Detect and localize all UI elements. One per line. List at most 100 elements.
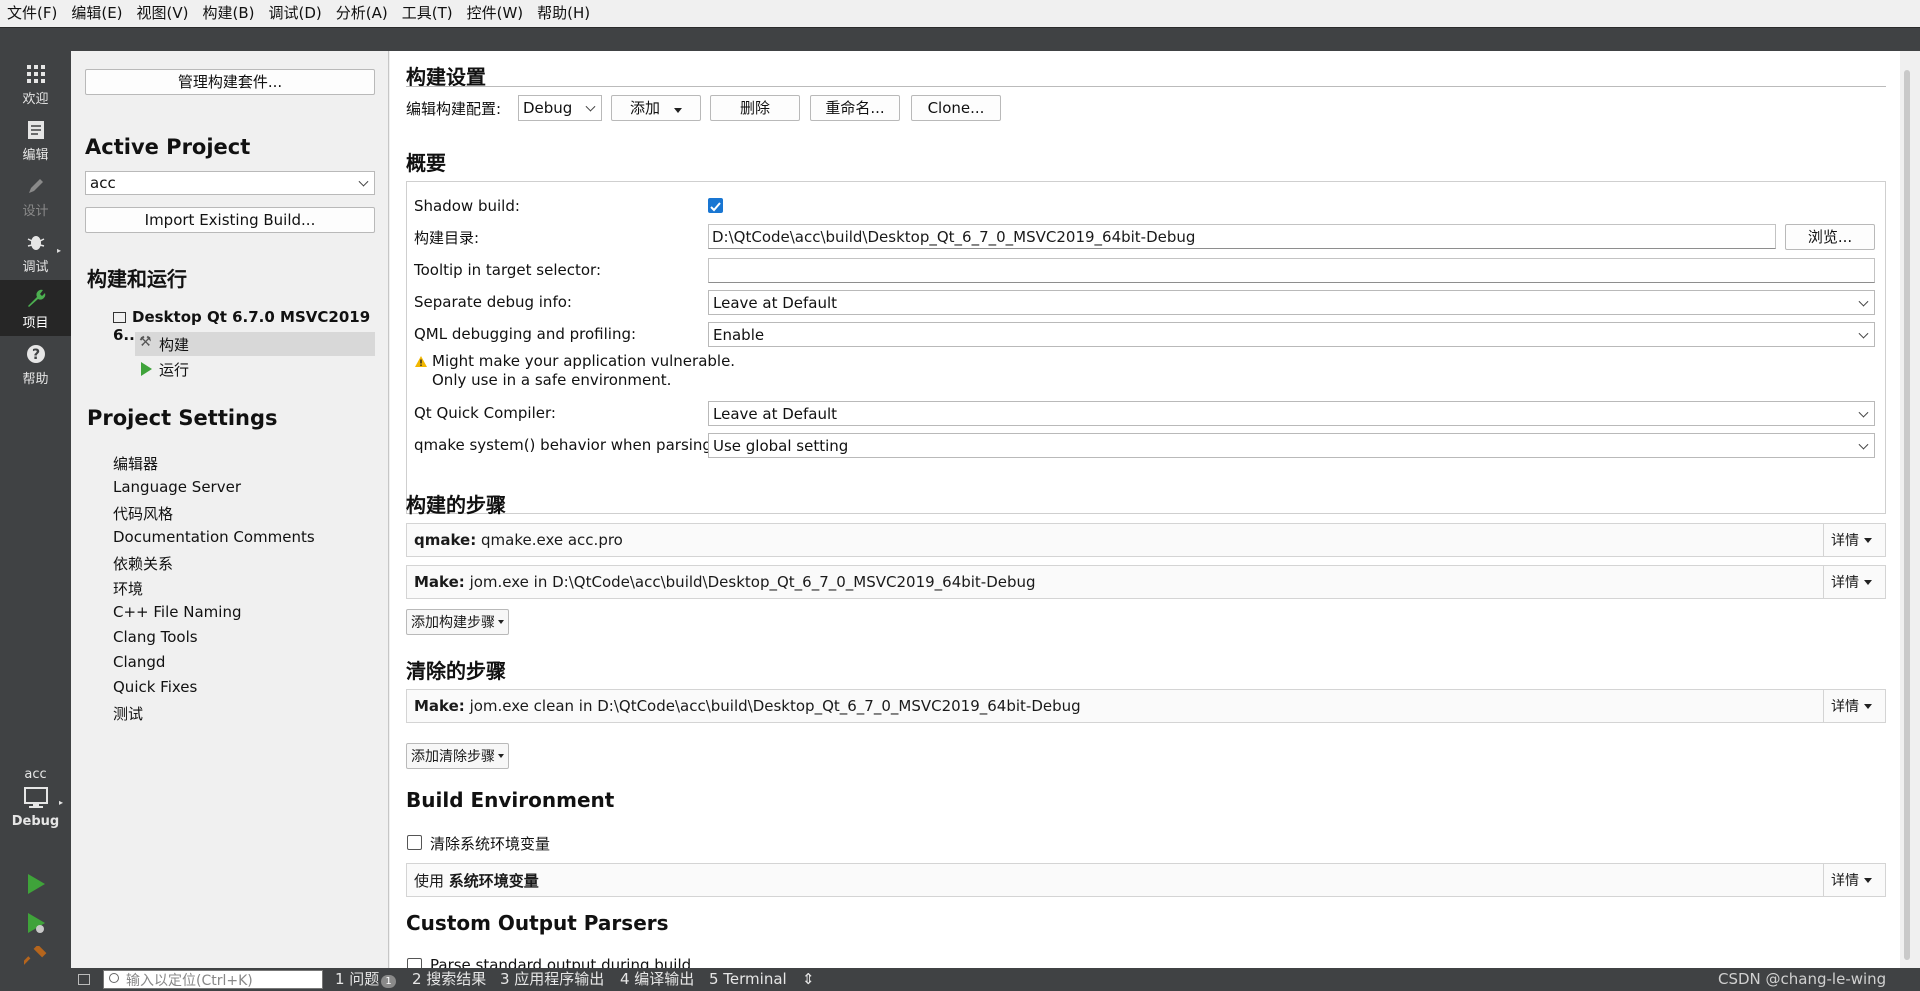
overview-title: 概要 bbox=[406, 151, 446, 175]
clean-steps-title: 清除的步骤 bbox=[406, 659, 506, 683]
manage-kits-button[interactable]: 管理构建套件... bbox=[85, 69, 375, 95]
mode-help[interactable]: ? 帮助 bbox=[0, 336, 71, 392]
env-details-button[interactable]: 详情 bbox=[1823, 864, 1885, 896]
build-dir-input[interactable]: D:\QtCode\acc\build\Desktop_Qt_6_7_0_MSV… bbox=[708, 224, 1776, 249]
settings-item-doc-comments[interactable]: Documentation Comments bbox=[113, 528, 315, 546]
menu-edit[interactable]: 编辑(E) bbox=[64, 0, 129, 27]
clean-step-make[interactable]: Make: jom.exe clean in D:\QtCode\acc\bui… bbox=[406, 689, 1886, 723]
menu-help[interactable]: 帮助(H) bbox=[530, 0, 597, 27]
clear-env-label: 清除系统环境变量 bbox=[430, 835, 551, 853]
quick-compiler-combo[interactable]: Leave at Default bbox=[708, 401, 1875, 426]
chevron-down-icon bbox=[1858, 439, 1869, 450]
kit-project-name: acc bbox=[24, 767, 47, 782]
sep-debug-label: Separate debug info: bbox=[414, 293, 572, 311]
edit-config-label: 编辑构建配置: bbox=[406, 100, 502, 118]
settings-item-file-naming[interactable]: C++ File Naming bbox=[113, 603, 241, 621]
mode-welcome[interactable]: 欢迎 bbox=[0, 56, 71, 112]
build-step-qmake[interactable]: qmake: qmake.exe acc.pro 详情 bbox=[406, 523, 1886, 557]
vertical-scrollbar[interactable] bbox=[1904, 70, 1910, 960]
check-icon bbox=[710, 202, 721, 212]
sep-debug-value: Leave at Default bbox=[713, 293, 838, 312]
sep-debug-combo[interactable]: Leave at Default bbox=[708, 290, 1875, 315]
step-details-button[interactable]: 详情 bbox=[1823, 524, 1885, 556]
pane-switch-icon[interactable]: ⇕ bbox=[802, 968, 815, 991]
run-tree-item[interactable]: 运行 bbox=[135, 357, 375, 381]
debug-run-icon bbox=[25, 911, 47, 939]
active-project-value: acc bbox=[90, 174, 116, 192]
mode-label: 项目 bbox=[22, 315, 49, 331]
sidebar-toggle-icon[interactable] bbox=[78, 974, 90, 985]
menu-tools[interactable]: 工具(T) bbox=[395, 0, 460, 27]
active-project-combo[interactable]: acc bbox=[85, 171, 375, 195]
build-step-make[interactable]: Make: jom.exe in D:\QtCode\acc\build\Des… bbox=[406, 565, 1886, 599]
qml-debug-combo[interactable]: Enable bbox=[708, 322, 1875, 347]
browse-button[interactable]: 浏览... bbox=[1785, 224, 1875, 250]
app-output-pane-button[interactable]: 3 应用程序输出 bbox=[500, 968, 604, 991]
mode-bar: 欢迎 编辑 设计 ▸ 调试 项目 ? 帮助 acc ▸ Debug bbox=[0, 51, 71, 968]
settings-item-environment[interactable]: 环境 bbox=[113, 578, 143, 599]
qmake-system-combo[interactable]: Use global setting bbox=[708, 433, 1875, 458]
details-label: 详情 bbox=[1831, 533, 1859, 549]
menu-debug[interactable]: 调试(D) bbox=[262, 0, 329, 27]
import-existing-build-button[interactable]: Import Existing Build... bbox=[85, 207, 375, 233]
tooltip-input[interactable] bbox=[708, 258, 1875, 283]
step-desc: qmake.exe acc.pro bbox=[481, 531, 623, 549]
chevron-down-icon bbox=[1858, 328, 1869, 339]
menu-view[interactable]: 视图(V) bbox=[130, 0, 196, 27]
monitor-icon: ▸ bbox=[0, 786, 71, 812]
mode-debug[interactable]: ▸ 调试 bbox=[0, 224, 71, 280]
status-bar: 输入以定位(Ctrl+K) 1 问题 1 2 搜索结果 3 应用程序输出 4 编译… bbox=[0, 968, 1920, 991]
qmake-system-value: Use global setting bbox=[713, 436, 849, 455]
delete-config-button[interactable]: 删除 bbox=[710, 95, 800, 121]
search-results-pane-button[interactable]: 2 搜索结果 bbox=[412, 968, 486, 991]
settings-item-quick-fixes[interactable]: Quick Fixes bbox=[113, 678, 197, 696]
issues-label: 1 问题 bbox=[335, 970, 380, 988]
run-button[interactable] bbox=[0, 872, 71, 900]
environment-summary[interactable]: 使用 系统环境变量 详情 bbox=[406, 863, 1886, 897]
quick-compiler-value: Leave at Default bbox=[713, 404, 838, 423]
menu-controls[interactable]: 控件(W) bbox=[460, 0, 531, 27]
mode-design[interactable]: 设计 bbox=[0, 168, 71, 224]
run-icon bbox=[141, 362, 152, 376]
add-build-step-button[interactable]: 添加构建步骤 bbox=[406, 609, 509, 635]
settings-item-clang-tools[interactable]: Clang Tools bbox=[113, 628, 198, 646]
terminal-pane-button[interactable]: 5 Terminal bbox=[709, 968, 787, 991]
settings-item-editor[interactable]: 编辑器 bbox=[113, 453, 158, 474]
locator-input[interactable]: 输入以定位(Ctrl+K) bbox=[103, 970, 323, 989]
compile-output-pane-button[interactable]: 4 编译输出 bbox=[620, 968, 694, 991]
menu-file[interactable]: 文件(F) bbox=[0, 0, 64, 27]
wrench-icon bbox=[25, 286, 47, 310]
mode-edit[interactable]: 编辑 bbox=[0, 112, 71, 168]
shadow-build-checkbox[interactable] bbox=[708, 198, 723, 213]
kit-selector[interactable]: acc ▸ Debug bbox=[0, 767, 71, 829]
settings-item-code-style[interactable]: 代码风格 bbox=[113, 503, 173, 524]
settings-item-clangd[interactable]: Clangd bbox=[113, 653, 165, 671]
clear-env-checkbox[interactable] bbox=[407, 835, 422, 850]
clone-config-button[interactable]: Clone... bbox=[911, 95, 1001, 121]
step-details-button[interactable]: 详情 bbox=[1823, 566, 1885, 598]
add-config-button[interactable]: 添加 bbox=[611, 95, 701, 121]
settings-item-language-server[interactable]: Language Server bbox=[113, 478, 241, 496]
env-use-prefix: 使用 bbox=[414, 871, 445, 890]
menu-analyze[interactable]: 分析(A) bbox=[329, 0, 395, 27]
parse-stdout-checkbox[interactable] bbox=[407, 958, 422, 968]
run-tree-label: 运行 bbox=[159, 361, 190, 379]
mode-label: 设计 bbox=[22, 203, 49, 219]
mode-projects[interactable]: 项目 bbox=[0, 280, 71, 336]
add-clean-step-button[interactable]: 添加清除步骤 bbox=[406, 743, 509, 769]
rename-config-button[interactable]: 重命名... bbox=[810, 95, 900, 121]
shadow-build-label: Shadow build: bbox=[414, 197, 520, 215]
settings-item-tests[interactable]: 测试 bbox=[113, 703, 143, 724]
add-config-label: 添加 bbox=[629, 99, 660, 117]
caret-down-icon bbox=[1864, 703, 1872, 709]
build-config-combo[interactable]: Debug bbox=[518, 95, 602, 121]
build-dir-label: 构建目录: bbox=[414, 229, 480, 247]
run-icon bbox=[25, 872, 47, 900]
issues-pane-button[interactable]: 1 问题 1 bbox=[335, 968, 396, 991]
debug-run-button[interactable] bbox=[0, 911, 71, 939]
step-details-button[interactable]: 详情 bbox=[1823, 690, 1885, 722]
menu-build[interactable]: 构建(B) bbox=[196, 0, 262, 27]
caret-down-icon bbox=[498, 620, 504, 624]
settings-item-dependencies[interactable]: 依赖关系 bbox=[113, 553, 173, 574]
build-tree-item[interactable]: ⚒ 构建 bbox=[135, 332, 375, 356]
